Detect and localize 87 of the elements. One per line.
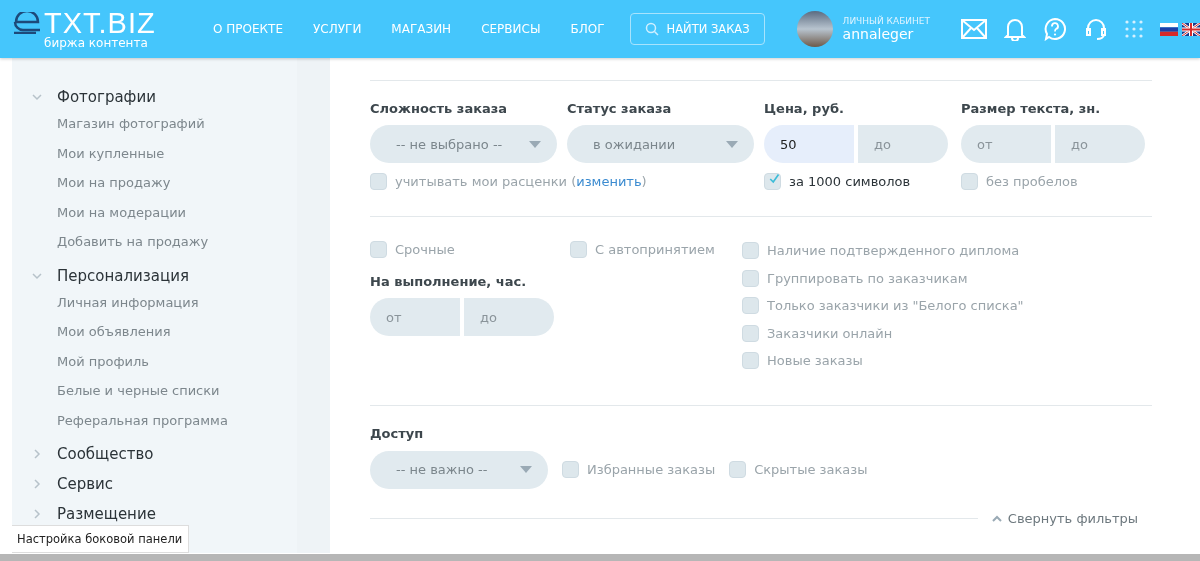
chevron-right-icon[interactable] [32,449,42,459]
checkbox-label[interactable]: Избранные заказы [587,462,716,477]
russian-flag-icon[interactable] [1160,22,1178,36]
sidebar-item[interactable]: Личная информация [57,287,297,317]
checkbox[interactable] [742,269,759,287]
chevron-up-icon [991,514,1002,522]
field-label: На выполнение, час. [370,274,528,289]
checkbox-label[interactable]: С автопринятием [595,242,715,257]
chevron-down-icon[interactable] [32,92,42,102]
apps-grid-icon[interactable] [1125,20,1143,38]
nav-link[interactable]: БЛОГ [555,22,620,36]
sidebar-item[interactable]: Мои объявления [57,317,297,347]
tooltip: Настройка боковой панели [12,525,190,553]
sidebar-item[interactable]: Белые и черные списки [57,376,297,406]
logo-tagline: биржа контента [44,36,149,50]
collapse-filters-button[interactable]: Свернуть фильтры [991,510,1152,526]
change-link[interactable]: изменить [576,174,642,189]
checkbox[interactable] [370,173,387,190]
checkbox-label[interactable]: Новые заказы [767,353,863,369]
sidebar-group[interactable]: Персонализация [57,266,189,285]
sidebar-group[interactable]: Размещение [57,505,156,523]
account-caption: ЛИЧНЫЙ КАБИНЕТ [842,16,930,26]
nav-link[interactable]: СЕРВИСЫ [466,22,556,36]
input-field[interactable]: до [858,125,948,163]
checkbox[interactable] [570,241,587,258]
checkbox-label[interactable]: за 1000 символов [789,174,911,189]
nav-link[interactable]: МАГАЗИН [376,22,467,36]
dropdown[interactable]: -- не выбрано -- [370,125,557,163]
checkbox[interactable] [742,297,759,315]
checkbox-label[interactable]: Только заказчики из "Белого списка" [767,298,1024,314]
checkbox-label[interactable]: Наличие подтвержденного диплома [767,243,1020,259]
sidebar-item[interactable]: Мои купленные [57,138,297,168]
caret-icon [529,140,541,148]
caret-icon [520,466,532,473]
sidebar-item[interactable]: Мой профиль [57,346,297,376]
logo-icon [12,12,42,34]
sidebar-item[interactable]: Магазин фотографий [57,109,297,139]
sidebar-group[interactable]: Фотографии [57,88,156,106]
checkbox[interactable] [370,241,387,258]
username-link[interactable]: annaleger [842,26,930,42]
sidebar-item[interactable]: Добавить на продажу [57,227,297,257]
checkbox[interactable] [742,242,759,260]
field-label: Доступ [370,425,425,441]
input-field[interactable]: 50 [764,125,854,163]
chevron-down-icon[interactable] [32,270,42,281]
checkbox[interactable] [729,461,747,478]
bell-icon[interactable] [1004,17,1026,41]
avatar-photo-placeholder[interactable] [796,11,833,47]
help-icon[interactable] [1043,17,1067,41]
horizontal-scrollbar[interactable] [0,554,1200,561]
field-label: Сложность заказа [370,101,509,116]
checkbox-label[interactable]: без пробелов [986,174,1078,189]
sidebar-group[interactable]: Сервис [57,475,114,493]
sidebar-item[interactable]: Мои на продажу [57,168,297,198]
field-label: Статус заказа [567,101,673,116]
input-field[interactable]: от [370,298,460,336]
checkbox-label[interactable]: Заказчики онлайн [767,325,893,341]
chevron-right-icon[interactable] [32,509,42,519]
field-label: Цена, руб. [764,101,845,116]
nav-link[interactable]: УСЛУГИ [298,22,377,36]
checkbox-label[interactable]: Группировать по заказчикам [767,270,968,286]
mail-icon[interactable] [961,19,987,39]
checkbox[interactable] [742,352,759,370]
headset-icon[interactable] [1084,17,1108,41]
caret-icon [726,140,738,148]
sidebar-group[interactable]: Сообщество [57,445,154,463]
checkbox[interactable] [742,324,759,342]
checkbox-label[interactable]: Срочные [395,242,455,257]
input-field[interactable]: до [1055,125,1145,163]
checkbox-label[interactable]: Скрытые заказы [754,462,868,477]
chevron-right-icon[interactable] [32,479,42,489]
uk-flag-icon[interactable] [1182,22,1200,36]
checkbox[interactable] [961,173,978,190]
sidebar-item[interactable]: Реферальная программа [57,405,297,435]
dropdown[interactable]: в ожидании [567,125,754,163]
nav-link[interactable]: О ПРОЕКТЕ [198,22,299,36]
logo-text[interactable]: TXT.BIZ [44,8,156,38]
field-label: Размер текста, зн. [961,101,1102,116]
search-icon [644,22,659,36]
checkbox[interactable] [562,461,579,478]
input-field[interactable]: от [961,125,1051,163]
sidebar-item[interactable]: Мои на модерации [57,197,297,227]
checkbox-label[interactable]: учитывать мои расценки (изменить) [395,174,647,189]
input-field[interactable]: до [464,298,554,336]
find-order-button[interactable]: НАЙТИ ЗАКАЗ [629,13,765,45]
dropdown[interactable]: -- не важно -- [370,450,548,489]
checkbox[interactable] [764,173,781,190]
